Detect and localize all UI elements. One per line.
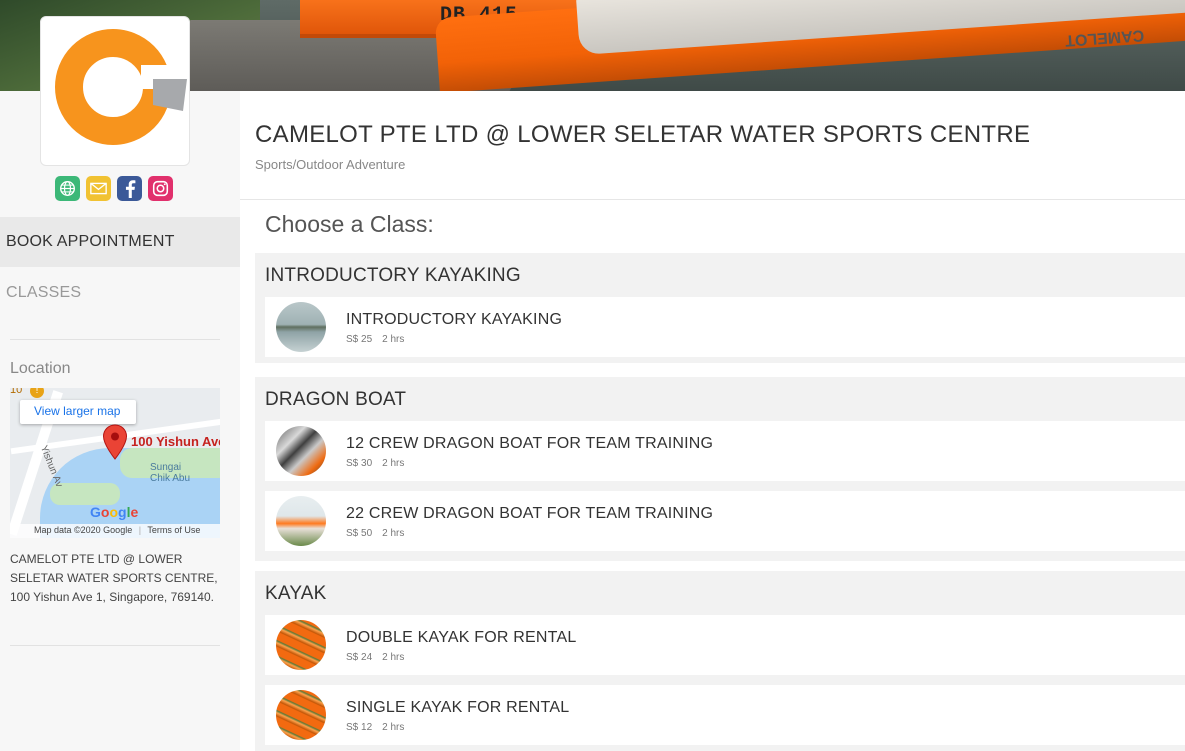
class-name: DOUBLE KAYAK FOR RENTAL bbox=[346, 629, 577, 646]
class-item[interactable]: 22 CREW DRAGON BOAT FOR TEAM TRAINING S$… bbox=[265, 491, 1185, 551]
class-thumbnail bbox=[276, 426, 326, 476]
map-area-label: Sungai Chik Abu bbox=[150, 462, 190, 484]
business-name: CAMELOT PTE LTD @ LOWER SELETAR WATER SP… bbox=[255, 121, 1031, 148]
map-area-line: Sungai bbox=[150, 462, 182, 473]
map-footer: Map data ©2020 Google | Terms of Use bbox=[10, 524, 220, 538]
business-category: Sports/Outdoor Adventure bbox=[255, 157, 406, 172]
class-item[interactable]: SINGLE KAYAK FOR RENTAL S$ 12 2 hrs bbox=[265, 685, 1185, 745]
class-name: 22 CREW DRAGON BOAT FOR TEAM TRAINING bbox=[346, 505, 714, 522]
class-group: INTRODUCTORY KAYAKING INTRODUCTORY KAYAK… bbox=[255, 253, 1185, 363]
nav-book-appointment[interactable]: BOOK APPOINTMENT bbox=[0, 217, 240, 267]
class-item[interactable]: INTRODUCTORY KAYAKING S$ 25 2 hrs bbox=[265, 297, 1185, 357]
class-meta: S$ 24 2 hrs bbox=[346, 652, 414, 663]
map-pin-label: 100 Yishun Ave bbox=[131, 434, 220, 449]
class-thumbnail bbox=[276, 620, 326, 670]
choose-class-heading: Choose a Class: bbox=[265, 211, 434, 237]
class-meta: S$ 25 2 hrs bbox=[346, 334, 414, 345]
google-logo: Google bbox=[90, 504, 139, 520]
class-price: S$ 24 bbox=[346, 652, 373, 663]
map-area-line: Chik Abu bbox=[150, 473, 191, 484]
business-address: CAMELOT PTE LTD @ LOWER SELETAR WATER SP… bbox=[10, 552, 218, 604]
class-group-title: DRAGON BOAT bbox=[265, 389, 407, 410]
class-item[interactable]: DOUBLE KAYAK FOR RENTAL S$ 24 2 hrs bbox=[265, 615, 1185, 675]
class-meta: S$ 12 2 hrs bbox=[346, 722, 414, 733]
class-price: S$ 25 bbox=[346, 334, 373, 345]
header-divider bbox=[240, 199, 1185, 200]
sidebar-divider bbox=[10, 645, 220, 646]
website-icon[interactable] bbox=[55, 176, 80, 201]
main-content: CAMELOT PTE LTD @ LOWER SELETAR WATER SP… bbox=[240, 91, 1185, 751]
class-name: INTRODUCTORY KAYAKING bbox=[346, 311, 563, 328]
social-links bbox=[55, 176, 173, 201]
camelot-logo-icon bbox=[55, 29, 187, 145]
class-group: KAYAK DOUBLE KAYAK FOR RENTAL S$ 24 2 hrs… bbox=[255, 571, 1185, 751]
class-thumbnail bbox=[276, 690, 326, 740]
class-duration: 2 hrs bbox=[382, 722, 405, 733]
map-pin-icon bbox=[102, 424, 128, 460]
map-poi-icon: ! bbox=[30, 388, 44, 398]
class-duration: 2 hrs bbox=[382, 528, 405, 539]
class-thumbnail bbox=[276, 496, 326, 546]
class-meta: S$ 50 2 hrs bbox=[346, 528, 414, 539]
map-poi-label: 10 bbox=[10, 388, 23, 396]
email-icon[interactable] bbox=[86, 176, 111, 201]
nav-classes[interactable]: CLASSES bbox=[0, 268, 240, 318]
map-data-credit: Map data ©2020 Google bbox=[34, 525, 133, 535]
view-larger-map-button[interactable]: View larger map bbox=[20, 400, 136, 424]
location-title: Location bbox=[10, 360, 71, 377]
class-group-title: KAYAK bbox=[265, 583, 327, 604]
map-road-label: Yishun Av bbox=[37, 444, 65, 489]
class-duration: 2 hrs bbox=[382, 334, 405, 345]
business-logo bbox=[40, 16, 190, 166]
instagram-icon[interactable] bbox=[148, 176, 173, 201]
class-group-title: INTRODUCTORY KAYAKING bbox=[265, 265, 521, 286]
map-terms-link[interactable]: Terms of Use bbox=[147, 525, 200, 535]
class-price: S$ 50 bbox=[346, 528, 373, 539]
sidebar-divider bbox=[10, 339, 220, 340]
class-name: 12 CREW DRAGON BOAT FOR TEAM TRAINING bbox=[346, 435, 714, 452]
facebook-icon[interactable] bbox=[117, 176, 142, 201]
class-group: DRAGON BOAT 12 CREW DRAGON BOAT FOR TEAM… bbox=[255, 377, 1185, 561]
class-duration: 2 hrs bbox=[382, 458, 405, 469]
location-map[interactable]: 10 ! Yishun Av View larger map 100 Yishu… bbox=[10, 388, 220, 538]
class-meta: S$ 30 2 hrs bbox=[346, 458, 414, 469]
class-item[interactable]: 12 CREW DRAGON BOAT FOR TEAM TRAINING S$… bbox=[265, 421, 1185, 481]
class-price: S$ 30 bbox=[346, 458, 373, 469]
class-price: S$ 12 bbox=[346, 722, 373, 733]
class-name: SINGLE KAYAK FOR RENTAL bbox=[346, 699, 570, 716]
class-thumbnail bbox=[276, 302, 326, 352]
class-duration: 2 hrs bbox=[382, 652, 405, 663]
